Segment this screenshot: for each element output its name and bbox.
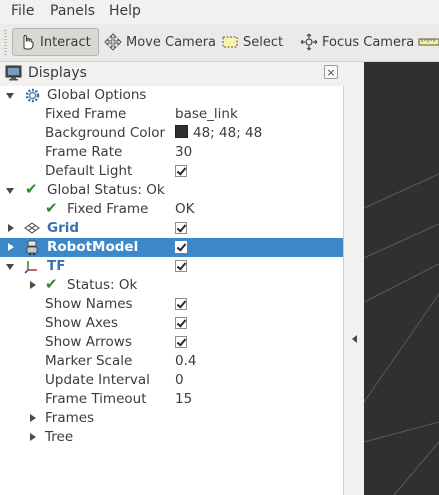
menu-bar: File Panels Help	[0, 0, 439, 24]
background-color-value[interactable]: 48; 48; 48	[175, 125, 262, 141]
global-options-label: Global Options	[47, 87, 147, 103]
menu-help[interactable]: Help	[109, 3, 141, 19]
displays-panel-title: Displays	[28, 65, 87, 81]
update-interval-label: Update Interval	[45, 372, 150, 388]
tree-row-show-axes[interactable]: Show Axes	[0, 314, 343, 333]
show-arrows-label: Show Arrows	[45, 334, 132, 350]
tree-row-global-status[interactable]: ✔ Global Status: Ok	[0, 180, 343, 200]
gear-icon	[25, 88, 40, 103]
expand-arrow-icon[interactable]	[8, 224, 14, 232]
fixed-frame-value[interactable]: base_link	[175, 106, 238, 122]
tree-row-status-fixed-frame[interactable]: ✔ Fixed Frame OK	[0, 199, 343, 219]
tree-row-frame-timeout[interactable]: Frame Timeout 15	[0, 390, 343, 409]
show-arrows-checkbox[interactable]	[175, 336, 187, 348]
grid-icon	[24, 222, 40, 234]
tree-row-tree[interactable]: Tree	[0, 428, 343, 447]
move-camera-icon	[104, 33, 122, 51]
marker-scale-value[interactable]: 0.4	[175, 353, 196, 369]
ok-check-icon: ✔	[45, 275, 58, 293]
grid-checkbox[interactable]	[175, 222, 187, 234]
ok-check-icon: ✔	[25, 180, 38, 198]
background-color-label: Background Color	[45, 125, 166, 141]
frame-timeout-label: Frame Timeout	[45, 391, 147, 407]
expand-arrow-icon[interactable]	[8, 243, 14, 251]
show-names-label: Show Names	[45, 296, 133, 312]
tree-row-show-arrows[interactable]: Show Arrows	[0, 333, 343, 352]
tree-row-background-color[interactable]: Background Color 48; 48; 48	[0, 124, 343, 143]
toolbar: Interact Move Camera Select Focus Camera	[0, 24, 439, 62]
fixed-frame-label: Fixed Frame	[45, 106, 127, 122]
update-interval-value[interactable]: 0	[175, 372, 184, 388]
robot-model-checkbox[interactable]	[175, 241, 187, 253]
tree-row-show-names[interactable]: Show Names	[0, 295, 343, 314]
tf-status-label: Status: Ok	[67, 277, 138, 293]
displays-tree: Global Options Fixed Frame base_link Bac…	[0, 86, 344, 495]
grid-label: Grid	[47, 220, 80, 236]
tf-axes-icon	[24, 261, 37, 274]
interact-button[interactable]: Interact	[12, 28, 99, 56]
show-names-checkbox[interactable]	[175, 298, 187, 310]
panel-splitter[interactable]	[346, 62, 364, 495]
tree-row-update-interval[interactable]: Update Interval 0	[0, 371, 343, 390]
tree-row-marker-scale[interactable]: Marker Scale 0.4	[0, 352, 343, 371]
focus-camera-button[interactable]: Focus Camera	[300, 28, 414, 56]
tf-checkbox[interactable]	[175, 260, 187, 272]
tree-row-grid[interactable]: Grid	[0, 219, 343, 238]
measure-button[interactable]	[418, 28, 439, 56]
tree-row-tf-status[interactable]: ✔ Status: Ok	[0, 275, 343, 295]
displays-panel: Displays × Global Options Fixed Frame ba…	[0, 62, 346, 495]
tree-row-fixed-frame[interactable]: Fixed Frame base_link	[0, 105, 343, 124]
move-camera-label: Move Camera	[126, 34, 217, 50]
collapse-arrow-icon[interactable]	[6, 93, 14, 99]
select-icon	[222, 36, 238, 48]
default-light-checkbox[interactable]	[175, 165, 187, 177]
close-panel-button[interactable]: ×	[324, 65, 338, 79]
show-axes-label: Show Axes	[45, 315, 118, 331]
marker-scale-label: Marker Scale	[45, 353, 133, 369]
select-button[interactable]: Select	[221, 28, 283, 56]
tree-row-robot-model[interactable]: RobotModel	[0, 238, 343, 257]
expand-arrow-icon[interactable]	[30, 433, 36, 441]
tree-row-default-light[interactable]: Default Light	[0, 162, 343, 181]
ok-check-icon: ✔	[45, 199, 58, 217]
select-label: Select	[243, 34, 284, 50]
status-fixed-frame-label: Fixed Frame	[67, 201, 149, 217]
render-viewport[interactable]	[364, 62, 439, 495]
interact-label: Interact	[40, 34, 91, 50]
frame-timeout-value[interactable]: 15	[175, 391, 192, 407]
background-color-text: 48; 48; 48	[193, 125, 263, 141]
tree-label: Tree	[45, 429, 74, 445]
frame-rate-label: Frame Rate	[45, 144, 123, 160]
tf-label: TF	[47, 258, 66, 274]
ruler-icon	[418, 38, 439, 46]
focus-camera-label: Focus Camera	[322, 34, 415, 50]
tree-row-frame-rate[interactable]: Frame Rate 30	[0, 143, 343, 162]
displays-panel-header: Displays ×	[0, 62, 346, 84]
focus-camera-icon	[300, 33, 318, 51]
show-axes-checkbox[interactable]	[175, 317, 187, 329]
frame-rate-value[interactable]: 30	[175, 144, 192, 160]
color-swatch	[175, 125, 188, 138]
grid-lines	[364, 173, 439, 495]
frames-label: Frames	[45, 410, 95, 426]
hand-icon	[23, 34, 34, 50]
collapse-arrow-icon[interactable]	[6, 264, 14, 270]
tree-row-global-options[interactable]: Global Options	[0, 86, 343, 105]
expand-arrow-icon[interactable]	[30, 414, 36, 422]
move-camera-button[interactable]: Move Camera	[104, 28, 216, 56]
collapse-arrow-icon[interactable]	[6, 188, 14, 194]
global-status-label: Global Status: Ok	[47, 182, 165, 198]
robot-model-label: RobotModel	[47, 239, 139, 255]
collapse-left-arrow-icon[interactable]	[352, 335, 357, 343]
menu-file[interactable]: File	[11, 3, 34, 19]
menu-panels[interactable]: Panels	[50, 3, 95, 19]
tree-row-frames[interactable]: Frames	[0, 409, 343, 428]
toolbar-grip[interactable]	[4, 30, 7, 56]
monitor-icon	[5, 65, 22, 81]
tree-row-tf[interactable]: TF	[0, 257, 343, 276]
default-light-label: Default Light	[45, 163, 133, 179]
robot-icon	[26, 240, 38, 255]
status-fixed-frame-value: OK	[175, 201, 195, 217]
expand-arrow-icon[interactable]	[30, 281, 36, 289]
